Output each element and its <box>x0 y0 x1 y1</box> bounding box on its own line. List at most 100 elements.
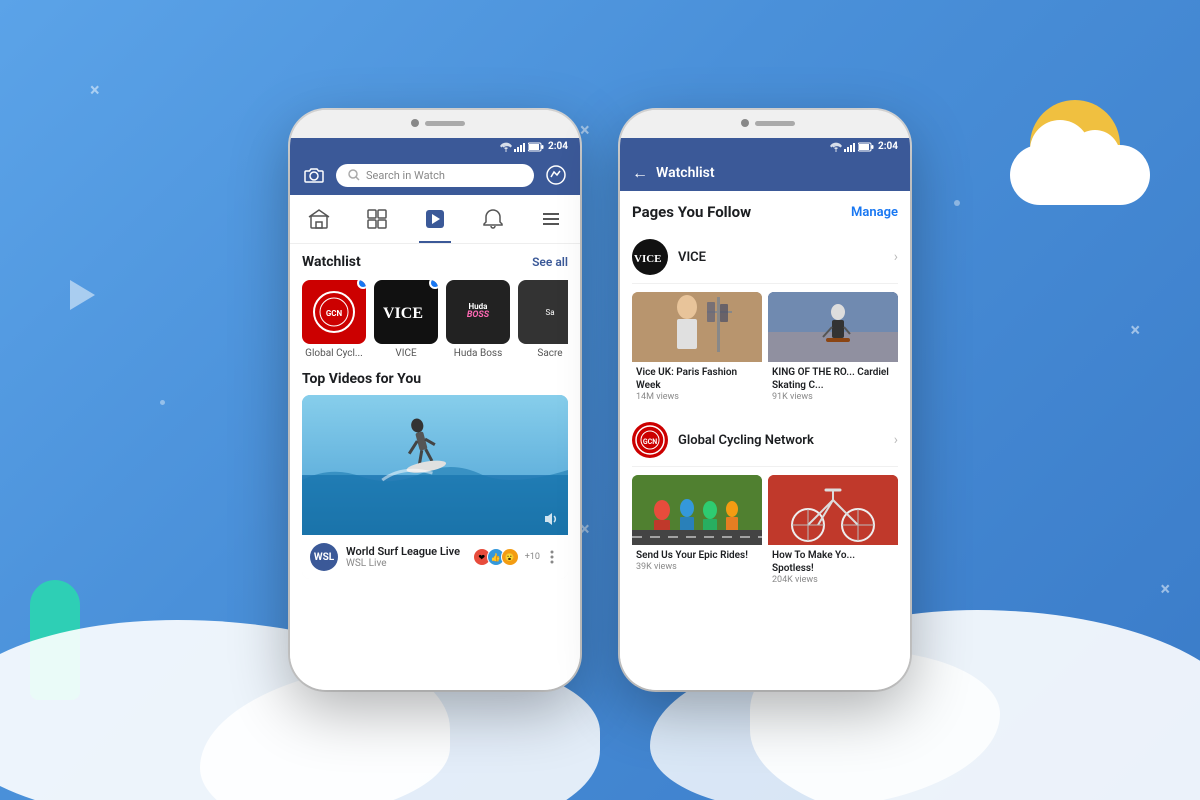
featured-video-card[interactable]: WSL World Surf League Live WSL Live ❤ 👍 … <box>302 395 568 579</box>
status-icons-1 <box>500 142 544 152</box>
nav-grid[interactable] <box>361 203 393 235</box>
video-subtitle: WSL Live <box>346 558 460 569</box>
nav-menu[interactable] <box>535 203 567 235</box>
camera-button[interactable] <box>300 161 328 189</box>
vice-label: VICE <box>395 348 416 359</box>
speaker-2 <box>755 121 795 126</box>
signal-icon <box>514 142 526 152</box>
manage-button[interactable]: Manage <box>851 205 898 220</box>
battery-icon <box>528 142 544 152</box>
video-thumbnail <box>302 395 568 535</box>
skate-thumb <box>768 292 898 362</box>
watchlist-cards: GCN Global Cycl... VICE VICE <box>302 280 568 359</box>
vice-video1-title: Vice UK: Paris Fashion Week <box>636 366 758 392</box>
watchlist-header-title: Watchlist <box>656 165 715 181</box>
speaker <box>425 121 465 126</box>
see-all-button[interactable]: See all <box>532 255 568 269</box>
phone1-top-bar <box>290 110 580 138</box>
deco-dot2 <box>160 400 165 405</box>
volume-svg <box>544 512 560 526</box>
vice-page-name: VICE <box>678 250 894 265</box>
top-videos-title: Top Videos for You <box>302 371 568 387</box>
gcn-logo: GCN <box>312 290 356 334</box>
status-bar-2: 2:04 <box>620 138 910 155</box>
video-info-bar: WSL World Surf League Live WSL Live ❤ 👍 … <box>302 535 568 579</box>
more-options-icon[interactable] <box>544 549 560 565</box>
gcn-page-row[interactable]: GCN Global Cycling Network › <box>632 414 898 467</box>
deco-x1: × <box>90 80 100 101</box>
nav-bell[interactable] <box>477 203 509 235</box>
gcn-thumbnail: GCN <box>302 280 366 344</box>
watch-card-huda[interactable]: Huda BOSS Huda Boss <box>446 280 510 359</box>
back-button[interactable]: ← <box>632 163 648 183</box>
vice-video1-info: Vice UK: Paris Fashion Week 14M views <box>632 362 762 406</box>
deco-dot1 <box>954 200 960 206</box>
fb-search-bar: Search in Watch <box>290 155 580 195</box>
video-text: World Surf League Live WSL Live <box>346 545 460 569</box>
wifi-icon-2 <box>830 142 842 152</box>
skate-scene <box>768 292 898 362</box>
nav-play[interactable] <box>419 203 451 235</box>
home-icon <box>308 208 330 230</box>
phone1: 2:04 Search in Watch <box>290 110 580 690</box>
surf-scene <box>302 395 568 535</box>
phone1-nav <box>290 195 580 244</box>
gcn-page-logo: GCN <box>632 422 668 458</box>
gcn-video1-info: Send Us Your Epic Rides! 39K views <box>632 545 762 576</box>
bell-icon <box>482 208 504 230</box>
phone2-screen: 2:04 ← Watchlist Pages You Follow Manage… <box>620 138 910 690</box>
watch-card-vice[interactable]: VICE VICE <box>374 280 438 359</box>
vice-notification-dot <box>429 280 438 289</box>
status-icons-2 <box>830 142 874 152</box>
gcn-video-grid: Send Us Your Epic Rides! 39K views <box>632 475 898 589</box>
messenger-icon <box>546 165 566 185</box>
vice-thumbnail: VICE <box>374 280 438 344</box>
vice-video1-views: 14M views <box>636 392 758 402</box>
gcn-video2-views: 204K views <box>772 575 894 585</box>
pages-title: Pages You Follow <box>632 203 751 221</box>
gcn-video-1[interactable]: Send Us Your Epic Rides! 39K views <box>632 475 762 589</box>
vice-video-2[interactable]: KING OF THE RO... Cardiel Skating C... 9… <box>768 292 898 406</box>
reaction-avatars: ❤ 👍 😮 <box>477 548 519 566</box>
reaction-count: +10 <box>525 552 540 562</box>
sacre-label: Sacre <box>537 348 562 359</box>
nav-home[interactable] <box>303 203 335 235</box>
camera-icon <box>304 167 324 183</box>
gcn-logo-small: GCN <box>632 422 668 458</box>
svg-text:GCN: GCN <box>326 309 343 318</box>
gcn-video2-info: How To Make Yo... Spotless! 204K views <box>768 545 898 589</box>
status-time-2: 2:04 <box>878 141 898 152</box>
messenger-button[interactable] <box>542 161 570 189</box>
video-reactions: ❤ 👍 😮 +10 <box>477 548 560 566</box>
huda-label: Huda Boss <box>454 348 502 359</box>
play-icon <box>70 280 95 310</box>
watch-card-sacre[interactable]: Sa Sacre <box>518 280 568 359</box>
grid-icon <box>366 208 388 230</box>
search-input[interactable]: Search in Watch <box>336 164 534 187</box>
huda-thumbnail: Huda BOSS <box>446 280 510 344</box>
camera-dot <box>411 119 419 127</box>
pages-header: Pages You Follow Manage <box>632 203 898 221</box>
search-icon <box>348 169 360 181</box>
top-videos-section: Top Videos for You <box>290 365 580 585</box>
volume-icon <box>544 511 560 527</box>
gcn-chevron: › <box>894 432 898 448</box>
cycling-scene <box>632 475 762 545</box>
vice-page-logo: VICE <box>632 239 668 275</box>
fashion-week-thumb <box>632 292 762 362</box>
gcn-video1-title: Send Us Your Epic Rides! <box>636 549 758 562</box>
watchlist-header: Watchlist See all <box>302 254 568 270</box>
gcn-video-2[interactable]: How To Make Yo... Spotless! 204K views <box>768 475 898 589</box>
vice-logo-small: VICE <box>633 250 667 264</box>
vice-logo: VICE <box>381 302 431 322</box>
video-info-left: WSL World Surf League Live WSL Live <box>310 543 460 571</box>
vice-chevron: › <box>894 249 898 265</box>
vice-video-1[interactable]: Vice UK: Paris Fashion Week 14M views <box>632 292 762 406</box>
phone2-top-bar <box>620 110 910 138</box>
svg-text:GCN: GCN <box>643 438 657 446</box>
gcn-page-name: Global Cycling Network <box>678 433 894 448</box>
cycling-thumb <box>632 475 762 545</box>
phone2: 2:04 ← Watchlist Pages You Follow Manage… <box>620 110 910 690</box>
watch-card-gcn[interactable]: GCN Global Cycl... <box>302 280 366 359</box>
vice-page-row[interactable]: VICE VICE › <box>632 231 898 284</box>
